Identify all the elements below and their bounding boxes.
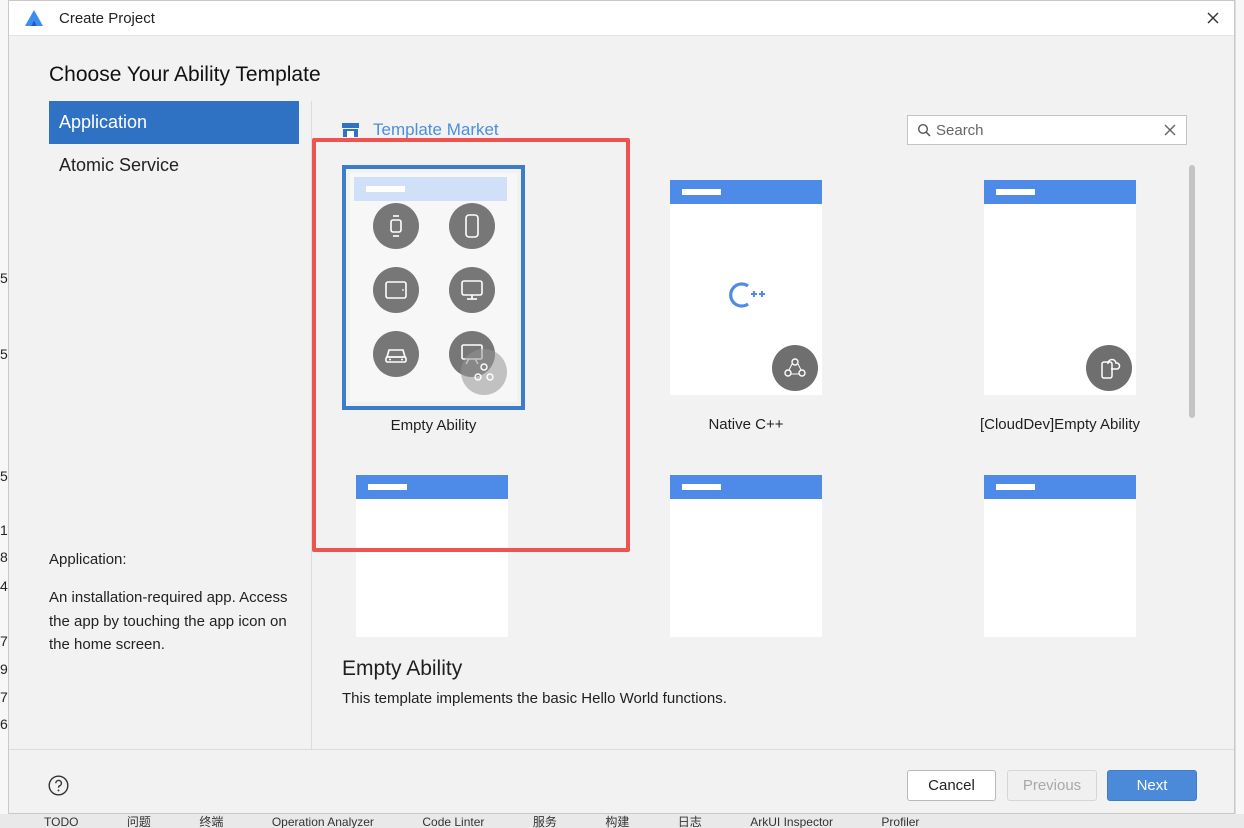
- template-label-native-cpp: Native C++: [708, 416, 784, 433]
- template-market-label: Template Market: [373, 120, 499, 139]
- clear-search-icon[interactable]: [1163, 123, 1177, 137]
- bg-tool-tab: 构建: [605, 815, 630, 828]
- search-icon: [917, 123, 931, 137]
- template-market-link[interactable]: Template Market: [342, 119, 499, 141]
- template-detail-title: Empty Ability: [342, 657, 463, 680]
- category-description-title: Application:: [49, 551, 127, 568]
- bg-gutter-text: 5: [0, 346, 8, 362]
- category-panel: Application Atomic Service Application: …: [9, 101, 311, 749]
- template-header-bar: [670, 180, 822, 204]
- bg-tool-tab: 服务: [532, 815, 557, 828]
- bg-gutter-text: 1: [0, 522, 8, 538]
- search-box[interactable]: [907, 115, 1187, 145]
- template-thumbnail: [670, 475, 822, 637]
- template-thumbnail: [670, 180, 822, 395]
- nav-item-application[interactable]: Application: [49, 101, 299, 144]
- template-thumbnail: [350, 173, 517, 402]
- background-ide-right-edge: [1235, 0, 1244, 828]
- bg-gutter-text: 9: [0, 661, 8, 677]
- previous-button[interactable]: Previous: [1007, 770, 1097, 801]
- close-icon: [1207, 12, 1219, 24]
- bg-tool-tab: 日志: [677, 815, 702, 828]
- harmonyos-deveco-logo-icon: [25, 10, 43, 26]
- bg-tool-tab: 终端: [199, 815, 224, 828]
- cancel-button[interactable]: Cancel: [907, 770, 996, 801]
- car-icon: [373, 331, 419, 377]
- template-thumbnail: [984, 180, 1136, 395]
- template-header-bar: [354, 177, 507, 201]
- template-header-bar: [356, 475, 508, 499]
- bg-gutter-text: 7: [0, 689, 8, 705]
- multi-device-badge-icon: [772, 345, 818, 391]
- template-header-bar: [984, 180, 1136, 204]
- template-label-empty-ability: Empty Ability: [390, 417, 477, 434]
- page-title: Choose Your Ability Template: [49, 63, 321, 86]
- footer-divider: [9, 749, 1234, 750]
- bg-tool-tab: 问题: [126, 815, 151, 828]
- cloud-device-badge-icon: [1086, 345, 1132, 391]
- bg-tool-tab: Code Linter: [422, 815, 485, 828]
- panel-divider: [311, 101, 312, 749]
- dialog-titlebar: Create Project: [9, 1, 1234, 36]
- tablet-icon: [373, 267, 419, 313]
- bg-gutter-text: 8: [0, 549, 8, 565]
- bg-tool-tab: TODO: [44, 815, 79, 828]
- store-icon: [342, 123, 359, 137]
- bg-gutter-text: 7: [0, 633, 8, 649]
- background-ide-toolwindow-bar: TODO 问题 终端 Operation Analyzer Code Linte…: [0, 814, 1244, 828]
- monitor-icon: [449, 267, 495, 313]
- help-icon[interactable]: [48, 775, 69, 796]
- template-card-empty-ability[interactable]: [342, 165, 525, 410]
- bg-gutter-text: 5: [0, 270, 8, 286]
- multi-device-badge-icon: [461, 349, 507, 395]
- bg-tool-tab: Operation Analyzer: [271, 815, 374, 828]
- category-description-text: An installation-required app. Access the…: [49, 589, 288, 653]
- template-header-bar: [670, 475, 822, 499]
- template-detail-description: This template implements the basic Hello…: [342, 690, 727, 707]
- template-header-bar: [984, 475, 1136, 499]
- dialog-title: Create Project: [59, 10, 155, 27]
- cpp-logo-icon: [729, 282, 765, 308]
- nav-item-atomic-service[interactable]: Atomic Service: [49, 144, 299, 187]
- phone-icon: [449, 203, 495, 249]
- bg-tool-tab: Profiler: [881, 815, 920, 828]
- template-thumbnail: [984, 475, 1136, 637]
- bg-gutter-text: 4: [0, 578, 8, 594]
- template-grid-scrollbar[interactable]: [1189, 165, 1195, 418]
- template-label-clouddev-empty-ability: [CloudDev]Empty Ability: [979, 416, 1141, 433]
- create-project-dialog: Create Project Choose Your Ability Templ…: [8, 0, 1235, 814]
- bg-gutter-text: 6: [0, 716, 8, 732]
- next-button[interactable]: Next: [1107, 770, 1197, 801]
- search-input[interactable]: [936, 119, 1156, 141]
- bg-tool-tab: ArkUI Inspector: [750, 815, 833, 828]
- bg-gutter-text: 5: [0, 468, 8, 484]
- watch-icon: [373, 203, 419, 249]
- template-thumbnail: [356, 475, 508, 637]
- close-button[interactable]: [1202, 7, 1224, 29]
